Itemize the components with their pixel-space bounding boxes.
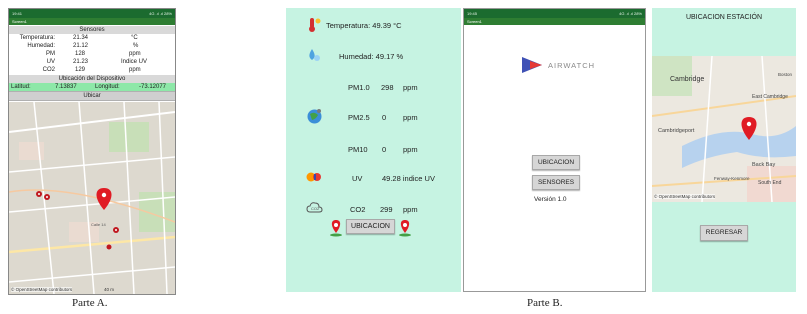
- sensors-button[interactable]: SENSORES: [532, 175, 580, 190]
- pm1-unit: ppm: [403, 83, 418, 92]
- location-pin-icon: [397, 219, 413, 237]
- globe-icon: [306, 108, 323, 125]
- sensors-header: Sensores: [9, 26, 175, 34]
- thermometer-icon: [306, 17, 322, 33]
- caption-part-b: Parte B.: [527, 297, 563, 309]
- latitude-value: 7.13837: [55, 84, 77, 90]
- status-time: 19:45: [467, 11, 478, 16]
- pm25-value: 0: [382, 113, 387, 122]
- home-screen: 19:45 4G .ıl .ıl 28% Screen1 AIRWATCH UB…: [463, 8, 646, 292]
- station-location-screen: UBICACION ESTACIÓN Cambridge East Cambri…: [652, 8, 796, 292]
- map-marker-icon[interactable]: [96, 188, 112, 210]
- sensor-value: 21.12: [73, 43, 89, 49]
- co2-label: CO2: [350, 205, 366, 214]
- station-map[interactable]: Cambridge East Cambridge Cambridgeport B…: [652, 56, 796, 202]
- map-scale: 40 m: [104, 287, 115, 292]
- sensor-value: 129: [75, 67, 86, 73]
- location-button[interactable]: UBICACION: [532, 155, 580, 170]
- pm25-label: PM2.5: [348, 113, 370, 122]
- map-attribution: © OpenStreetMap contributors: [654, 194, 716, 199]
- sensor-unit: %: [133, 43, 139, 49]
- caption-part-a: Parte A.: [72, 297, 108, 309]
- status-indicators: 4G .ıl .ıl 28%: [149, 11, 172, 16]
- humidity-icon: [306, 47, 322, 63]
- pm25-unit: ppm: [403, 113, 418, 122]
- location-button[interactable]: UBICACION: [346, 219, 395, 234]
- sensor-name: Temperatura:: [19, 35, 55, 41]
- uv-label: UV: [352, 174, 363, 183]
- sensor-value: 21.34: [73, 35, 89, 41]
- status-time: 19:41: [12, 11, 23, 16]
- pm1-value: 298: [381, 83, 394, 92]
- app-bar: Screen1: [9, 18, 175, 25]
- sensor-name: Humedad:: [27, 43, 55, 49]
- pm10-label: PM10: [348, 145, 368, 154]
- part-a-phone: 19:41 4G .ıl .ıl 28% Screen1 Sensores Te…: [8, 8, 176, 295]
- sensor-name: CO2: [42, 67, 55, 73]
- status-bar: 19:45 4G .ıl .ıl 28%: [464, 9, 645, 18]
- pm10-unit: ppm: [403, 145, 418, 154]
- humidity-reading: Humedad: 49.17 %: [339, 52, 404, 61]
- location-header: Ubicación del Dispositivo: [9, 75, 175, 83]
- temperature-reading: Temperatura: 49.39 °C: [326, 21, 402, 30]
- status-bar: 19:41 4G .ıl .ıl 28%: [9, 9, 175, 18]
- uv-value: 49.28 indice UV: [382, 174, 435, 183]
- latitude-label: Latitud:: [11, 84, 31, 90]
- sensors-screen: Temperatura: 49.39 °C Humedad: 49.17 % P…: [286, 8, 461, 292]
- location-row: Latitud: 7.13837 Longitud: -73.12077: [9, 83, 175, 91]
- sensor-unit: ppm: [129, 67, 141, 73]
- locate-button[interactable]: Ubicar: [9, 91, 175, 101]
- sensor-unit: Indice UV: [121, 59, 148, 65]
- pm10-value: 0: [382, 145, 387, 154]
- status-indicators: 4G .ıl .ıl 28%: [619, 11, 642, 16]
- airwatch-logo-icon: [520, 55, 544, 75]
- cloud-icon: CO2: [306, 201, 323, 215]
- uv-sun-icon: [305, 170, 322, 184]
- co2-value: 299: [380, 205, 393, 214]
- brand-name: AIRWATCH: [548, 61, 596, 70]
- svg-text:CO2: CO2: [311, 206, 320, 211]
- app-bar: Screen1: [464, 18, 645, 25]
- sensor-value: 21.23: [73, 59, 89, 65]
- longitude-label: Longitud:: [95, 84, 120, 90]
- map-markers: [36, 188, 119, 250]
- sensor-unit: °C: [131, 35, 138, 41]
- map-marker-icon[interactable]: [652, 56, 796, 202]
- back-button[interactable]: REGRESAR: [700, 225, 748, 241]
- longitude-value: -73.12077: [139, 84, 167, 90]
- app-version: Versión 1.0: [534, 196, 567, 203]
- location-pin-icon: [328, 219, 344, 237]
- sensor-name: PM: [46, 51, 55, 57]
- co2-unit: ppm: [403, 205, 418, 214]
- map-street-label: Calle 14: [91, 222, 106, 227]
- screen-title: UBICACION ESTACIÓN: [685, 14, 763, 21]
- city-map[interactable]: Calle 14 © OpenStreetMap contributors 40…: [9, 102, 175, 294]
- sensor-unit: ppm: [129, 51, 141, 57]
- sensor-value: 128: [75, 51, 86, 57]
- sensor-name: UV: [46, 59, 55, 65]
- pm1-label: PM1.0: [348, 83, 370, 92]
- map-attribution: © OpenStreetMap contributors: [11, 287, 73, 292]
